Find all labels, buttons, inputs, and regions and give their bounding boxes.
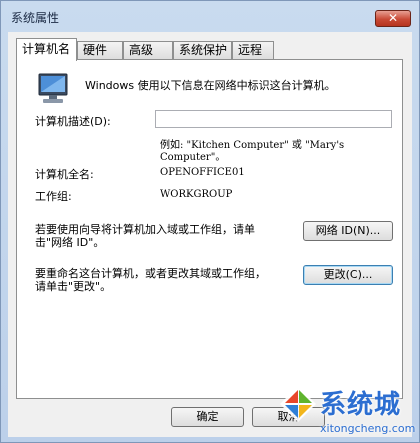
dialog-client-area: 计算机名 硬件 高级 系统保护 远程 Windows 使用以下信息在网络中标识这… (8, 32, 412, 437)
close-button[interactable]: ✕ (375, 10, 411, 27)
computer-icon (38, 73, 68, 103)
computer-name-panel: Windows 使用以下信息在网络中标识这台计算机。 计算机描述(D): 例如:… (16, 59, 403, 399)
computer-description-input[interactable] (155, 110, 392, 128)
title-bar[interactable]: 系统属性 ✕ (1, 1, 419, 31)
workgroup-label: 工作组: (35, 190, 72, 203)
tab-remote[interactable]: 远程 (232, 41, 274, 60)
workgroup-value: WORKGROUP (160, 189, 233, 200)
network-id-text-line2: 击"网络 ID"。 (35, 236, 105, 249)
network-id-button[interactable]: 网络 ID(N)... (303, 221, 393, 241)
change-button[interactable]: 更改(C)... (303, 265, 393, 285)
description-label: 计算机描述(D): (35, 115, 111, 128)
ok-button[interactable]: 确定 (171, 407, 244, 427)
full-name-value: OPENOFFICE01 (160, 167, 245, 178)
system-properties-window: 系统属性 ✕ 计算机名 硬件 高级 系统保护 远程 Windows 使用以下信息… (0, 0, 420, 443)
cancel-button[interactable]: 取消 (252, 407, 325, 427)
tab-advanced[interactable]: 高级 (123, 41, 173, 60)
window-title: 系统属性 (11, 11, 60, 25)
tab-computer-name[interactable]: 计算机名 (16, 38, 77, 61)
full-name-label: 计算机全名: (35, 168, 94, 181)
intro-text: Windows 使用以下信息在网络中标识这台计算机。 (85, 79, 336, 92)
rename-text-line2: 请单击"更改"。 (35, 280, 112, 293)
example-text-line2: Computer"。 (160, 152, 226, 163)
tab-hardware[interactable]: 硬件 (77, 41, 123, 60)
tab-system-protection[interactable]: 系统保护 (173, 41, 232, 60)
